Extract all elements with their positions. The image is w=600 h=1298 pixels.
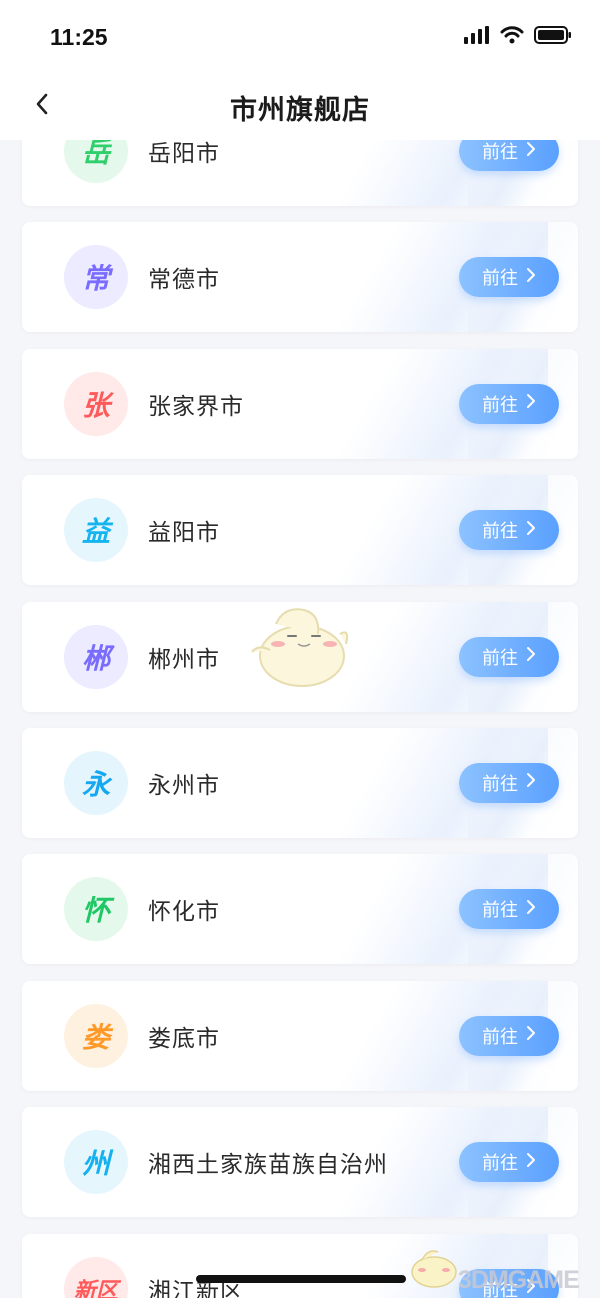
go-button-label: 前往 xyxy=(482,1153,518,1175)
go-button-label: 前往 xyxy=(482,647,518,669)
chevron-right-icon xyxy=(526,772,536,793)
home-indicator xyxy=(196,1275,406,1283)
go-button[interactable]: 前往 xyxy=(459,257,559,298)
city-name: 湘西土家族苗族自治州 xyxy=(148,1152,388,1179)
city-card[interactable]: 永永州市 前往 xyxy=(22,727,578,838)
go-button[interactable]: 前往 xyxy=(459,1142,559,1183)
city-name: 益阳市 xyxy=(148,520,220,547)
city-name: 娄底市 xyxy=(148,1025,220,1052)
status-icons xyxy=(464,26,572,48)
go-button-label: 前往 xyxy=(482,394,518,416)
go-button-label: 前往 xyxy=(482,521,518,543)
go-button-label: 前往 xyxy=(482,142,518,163)
chevron-right-icon xyxy=(526,267,536,288)
signal-icon xyxy=(464,26,490,48)
city-badge-icon: 州 xyxy=(64,1130,128,1195)
city-name: 常德市 xyxy=(148,267,220,294)
city-name: 张家界市 xyxy=(148,393,244,420)
go-button[interactable]: 前往 xyxy=(459,510,559,551)
chevron-right-icon xyxy=(526,646,536,667)
go-button-label: 前往 xyxy=(482,773,518,795)
go-button-label: 前往 xyxy=(482,900,518,922)
city-badge-icon: 郴 xyxy=(64,624,128,689)
city-badge-icon: 张 xyxy=(64,371,128,436)
chevron-right-icon xyxy=(526,1152,536,1173)
go-button[interactable]: 前往 xyxy=(459,889,559,930)
watermark-text: 3DMGAME xyxy=(458,1266,580,1294)
nav-bar: 市州旗舰店 xyxy=(0,70,600,140)
go-button-label: 前往 xyxy=(482,268,518,290)
chevron-right-icon xyxy=(526,1025,536,1046)
city-badge-icon: 怀 xyxy=(64,877,128,942)
city-badge-icon: 常 xyxy=(64,245,128,310)
city-name: 郴州市 xyxy=(148,646,220,673)
city-badge-icon: 娄 xyxy=(64,1003,128,1068)
city-card[interactable]: 州湘西土家族苗族自治州 前往 xyxy=(22,1107,578,1218)
city-badge-icon: 益 xyxy=(64,498,128,563)
city-card[interactable]: 常常德市 前往 xyxy=(22,222,578,333)
chevron-right-icon xyxy=(526,393,536,414)
city-name: 怀化市 xyxy=(148,899,220,926)
wifi-icon xyxy=(500,26,524,48)
city-name: 永州市 xyxy=(148,772,220,799)
status-time: 11:25 xyxy=(50,24,108,50)
go-button-label: 前往 xyxy=(482,1026,518,1048)
city-card[interactable]: 益益阳市 前往 xyxy=(22,475,578,586)
page-title: 市州旗舰店 xyxy=(230,95,370,126)
go-button[interactable]: 前往 xyxy=(459,1015,559,1056)
chevron-right-icon xyxy=(526,141,536,162)
city-card[interactable]: 娄娄底市 前往 xyxy=(22,980,578,1091)
watermark-mascot xyxy=(411,1250,457,1288)
city-card[interactable]: 怀怀化市 前往 xyxy=(22,854,578,965)
chevron-right-icon xyxy=(526,520,536,541)
go-button[interactable]: 前往 xyxy=(459,762,559,803)
chevron-right-icon xyxy=(526,899,536,920)
mascot-sticker xyxy=(251,608,349,687)
status-bar: 11:25 xyxy=(0,0,600,70)
city-badge-icon: 新区 xyxy=(64,1256,128,1298)
go-button[interactable]: 前往 xyxy=(459,636,559,677)
city-card[interactable]: 张张家界市 前往 xyxy=(22,348,578,459)
city-badge-icon: 永 xyxy=(64,750,128,815)
city-list: 岳岳阳市 前往常常德市 前往张张家界市 前往益益阳市 前往郴郴州市 前往永永州市 前往怀怀化… xyxy=(22,96,578,1298)
go-button[interactable]: 前往 xyxy=(459,383,559,424)
battery-icon xyxy=(534,26,572,48)
